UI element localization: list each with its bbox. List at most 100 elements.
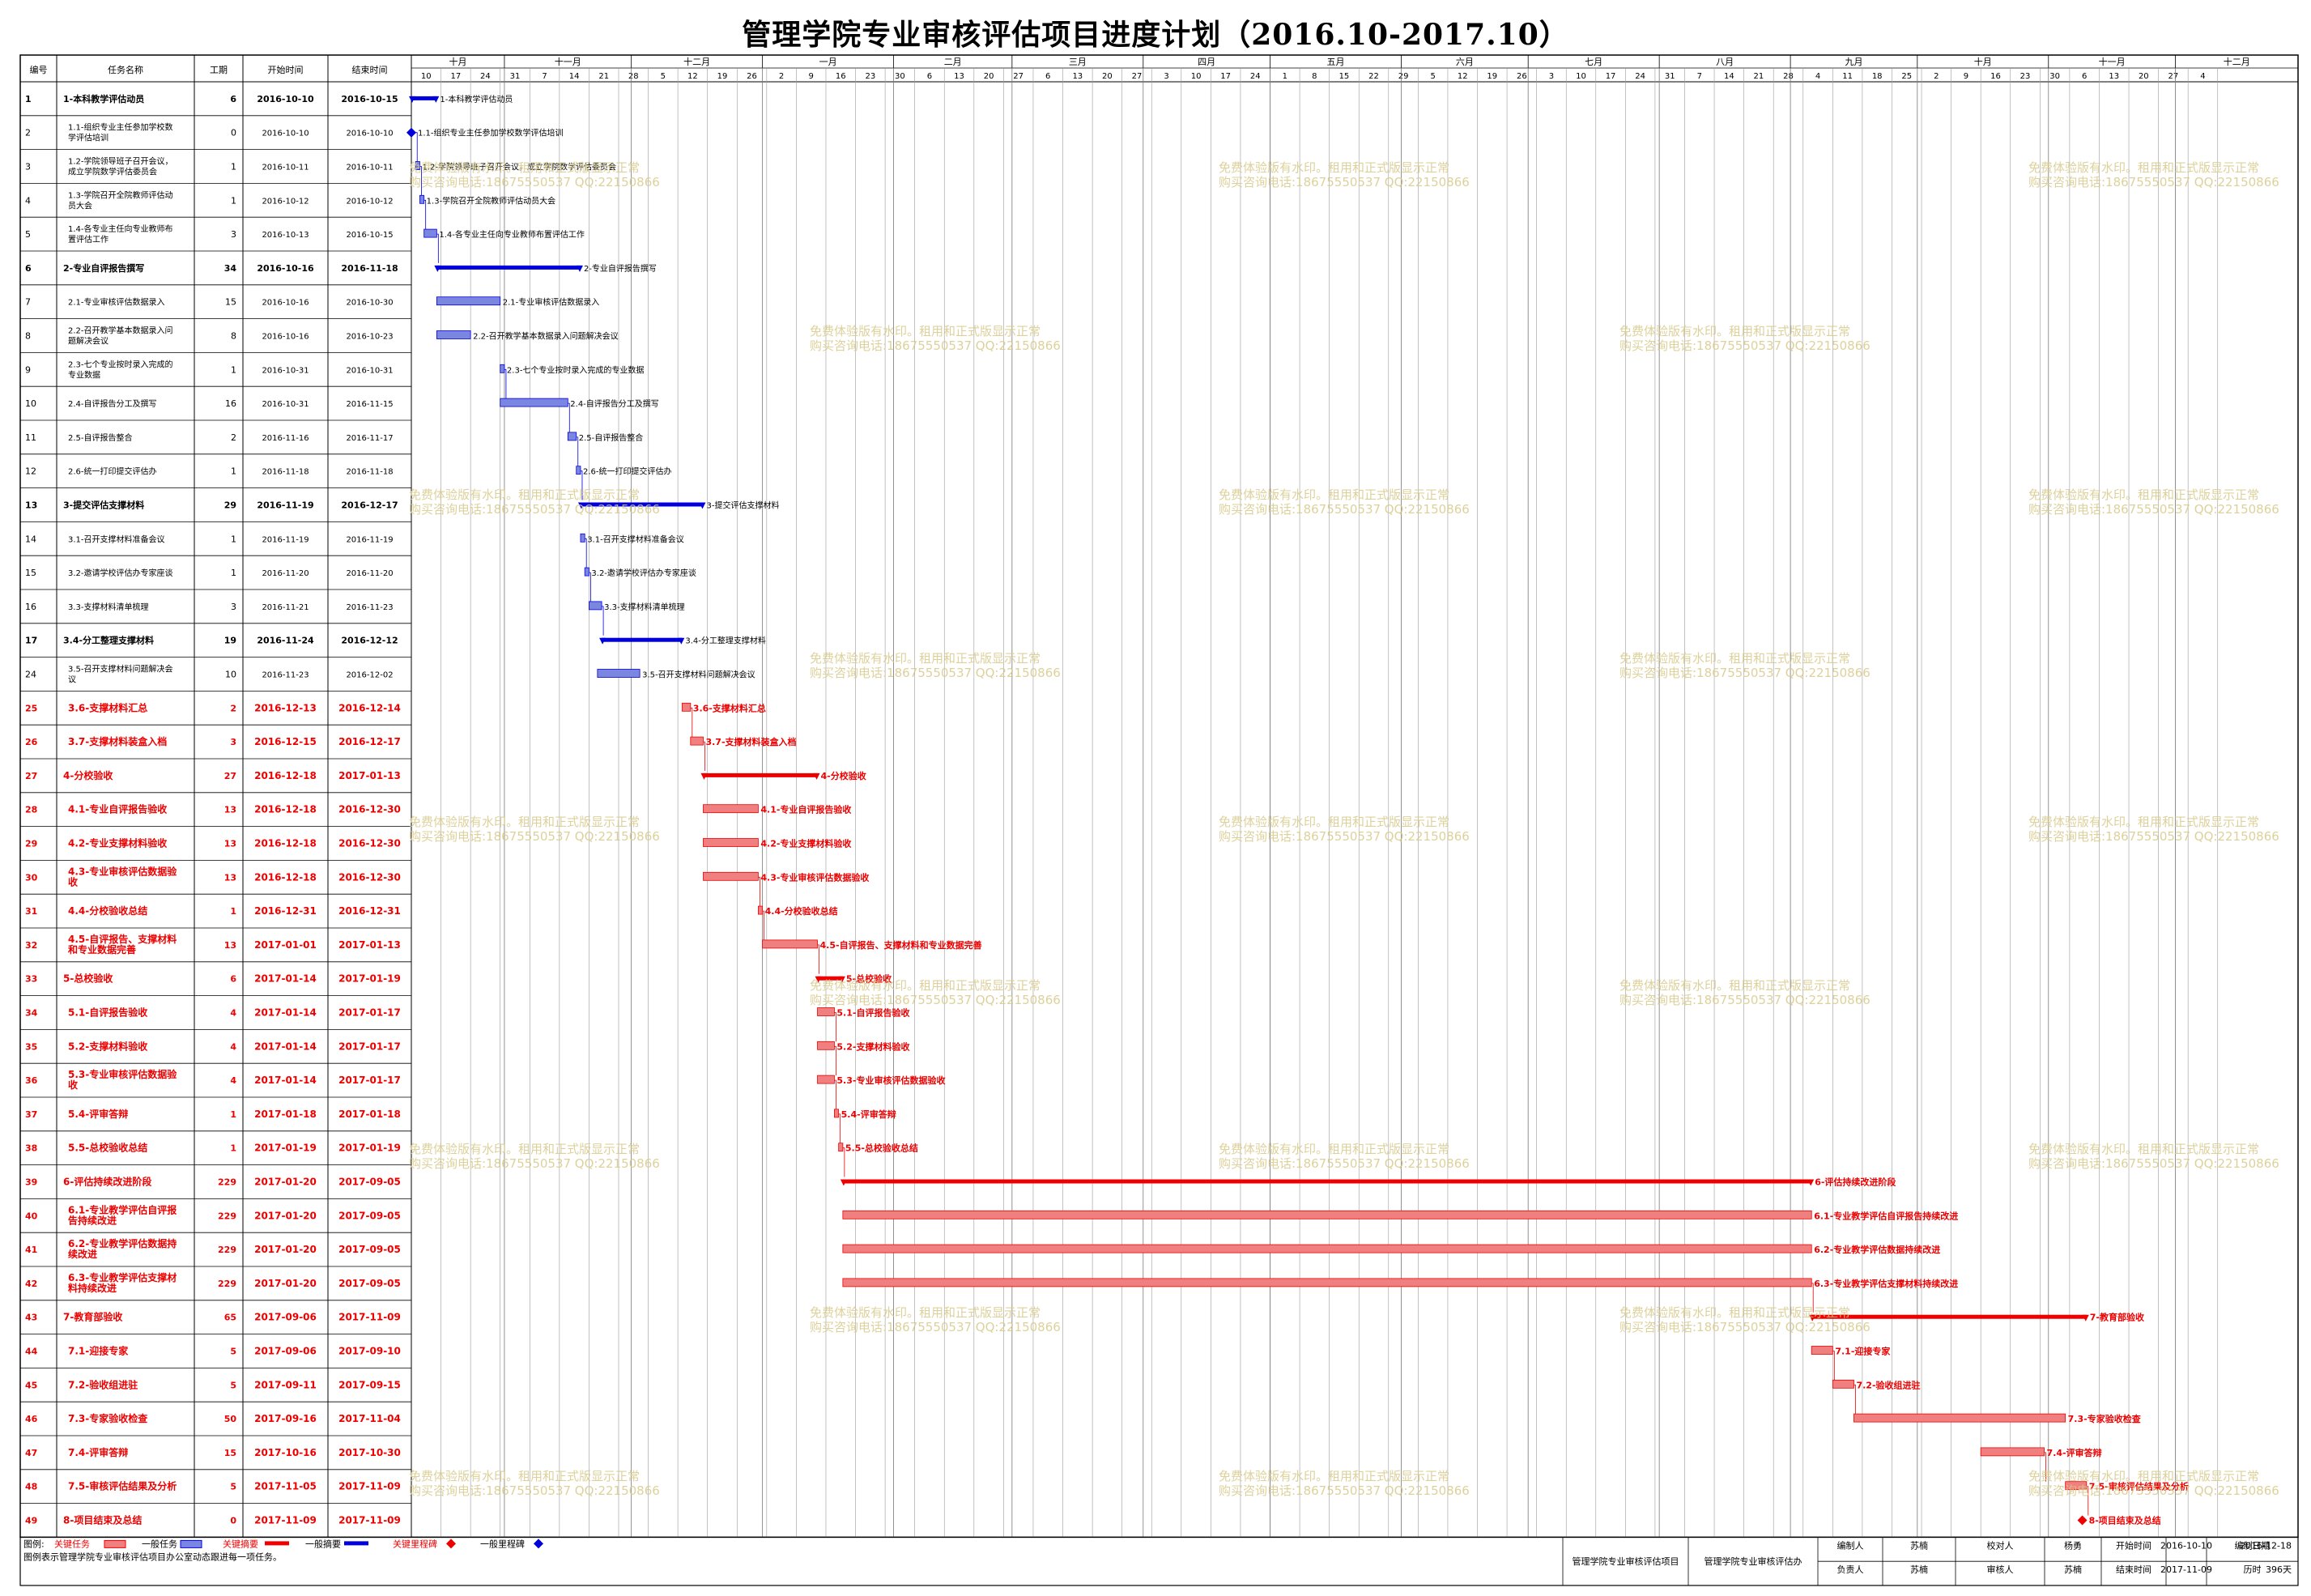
task-id: 8 [25,331,31,342]
task-name: 4.4-分校验收总结 [68,904,147,917]
info-cell: 结束时间 [2116,1564,2151,1575]
week-tick-label: 13 [954,72,964,81]
bar-label: 3.5-召开支撑材料问题解决会议 [642,670,755,680]
task-bar [597,669,641,678]
task-name-cont: 成立学院数学评估委员会 [68,167,157,177]
task-bar [1832,1379,1854,1389]
task-bar [757,905,764,915]
bar-label: 7.3-专家验收检查 [2068,1413,2141,1424]
task-name: 2.3-七个专业按时录入完成的 [68,359,173,369]
bar-label: 7-教育部验收 [2090,1312,2144,1323]
month-label: 四月 [1198,57,1215,67]
task-bar [762,939,818,949]
task-name: 1.1-组织专业主任参加学校数 [68,122,173,133]
bar-label: 2.3-七个专业按时录入完成的专业数据 [507,364,645,375]
task-duration: 27 [224,771,236,781]
month-label: 十二月 [683,56,710,67]
bars-layer: 1-本科教学评估动员 1.1-组织专业主任参加学校数学评估培训 1.2-学院领导班子… [406,94,2189,1526]
task-duration: 13 [224,805,236,815]
task-id: 10 [25,398,36,409]
dependency-link [423,199,427,230]
task-id: 37 [25,1109,37,1120]
task-name: 3.2-邀请学校评估办专家座谈 [68,568,173,578]
task-start: 2017-01-14 [254,1041,317,1052]
week-tick-label: 20 [1102,72,1113,81]
task-end: 2016-12-31 [338,905,401,917]
dependency-link [834,1045,836,1076]
task-name: 3.3-支撑材料清单梳理 [68,602,149,612]
task-duration: 15 [224,1448,236,1458]
task-start: 2017-01-20 [254,1177,317,1188]
task-duration: 1 [230,906,236,917]
task-bar [500,364,505,373]
task-id: 31 [25,906,37,917]
task-duration: 2 [230,703,236,713]
legend-swatch-critical-summary [265,1541,289,1546]
task-end: 2017-01-17 [338,1007,401,1019]
task-bar [703,871,759,881]
week-tick-label: 3 [1164,72,1168,81]
week-tick-label: 9 [809,72,814,81]
task-name: 6.1-专业教学评估自评报 [68,1203,177,1215]
task-name: 3.4-分工整理支撑材料 [63,635,154,646]
bar-label: 1.4-各专业主任向专业教师布置评估工作 [439,229,585,240]
week-tick-label: 21 [1754,72,1764,81]
task-end: 2017-01-17 [338,1075,401,1086]
task-end: 2017-09-15 [338,1379,401,1390]
task-id: 46 [25,1414,38,1424]
task-duration: 1 [231,568,236,578]
task-duration: 0 [231,128,236,138]
task-duration: 6 [230,94,236,104]
week-tick-label: 25 [1901,72,1912,81]
week-tick-label: 9 [1964,72,1968,81]
task-duration: 19 [224,636,236,646]
dependency-link [2044,1452,2046,1482]
task-id: 9 [25,364,31,375]
summary-bar [602,637,683,642]
info-office: 管理学院专业审核评估办 [1705,1556,1802,1567]
week-tick-label: 12 [1458,72,1468,81]
task-start: 2016-11-20 [262,569,309,578]
task-end: 2016-10-11 [346,164,393,172]
task-end: 2016-11-18 [341,263,398,274]
task-end: 2016-11-23 [346,603,393,612]
legend-swatch-normal-summary [344,1541,368,1546]
task-bar [842,1278,1812,1287]
task-bar [500,398,568,407]
task-id: 48 [25,1482,37,1492]
task-name: 5.2-支撑材料验收 [68,1040,147,1052]
week-tick-label: 4 [2200,72,2205,81]
bar-label: 3-提交评估支撑材料 [706,500,779,511]
task-bar [419,194,425,204]
task-name-cont: 题解决会议 [68,336,109,347]
info-cell: 负责人 [1837,1564,1864,1575]
milestone-marker [406,127,416,138]
task-bar [415,161,420,170]
task-end: 2017-01-17 [338,1041,401,1052]
info-cell: 苏楠 [1910,1564,1928,1575]
task-end: 2016-11-19 [346,535,393,544]
task-end: 2017-09-05 [338,1278,401,1289]
task-id: 17 [25,636,37,646]
dependency-link [1853,1384,1856,1415]
task-end: 2016-10-23 [346,333,393,342]
column-header-name: 任务名称 [108,64,143,75]
dependency-link [436,233,439,263]
bar-label: 4.2-专业支撑材料验收 [760,838,851,849]
task-duration: 8 [231,331,236,342]
task-name: 2.1-专业审核评估数据录入 [68,297,165,308]
legend-swatch-normal-milestone [534,1539,543,1549]
legend-item: 关键任务 [54,1538,90,1549]
task-name: 5.4-评审答辩 [68,1108,128,1120]
task-end: 2016-10-31 [346,366,393,375]
gantt-page: 管理学院专业审核评估项目进度计划（2016.10-2017.10） 编号 任务名称… [0,0,2311,1596]
dependency-link [568,402,570,432]
info-cell: 苏楠 [2064,1564,2082,1575]
task-bar [1853,1413,2066,1423]
task-id: 13 [25,500,37,511]
week-tick-label: 24 [1250,72,1261,81]
task-name: 8-项目结束及总结 [63,1514,142,1526]
task-end: 2017-01-18 [338,1109,401,1120]
task-start: 2016-10-16 [262,299,309,308]
gantt-chart: 编号 任务名称 工期 开始时间 结束时间十月 十一月 十二月 一月 二月 三月 四月 五月 六月 七月 八月… [19,54,2299,1586]
